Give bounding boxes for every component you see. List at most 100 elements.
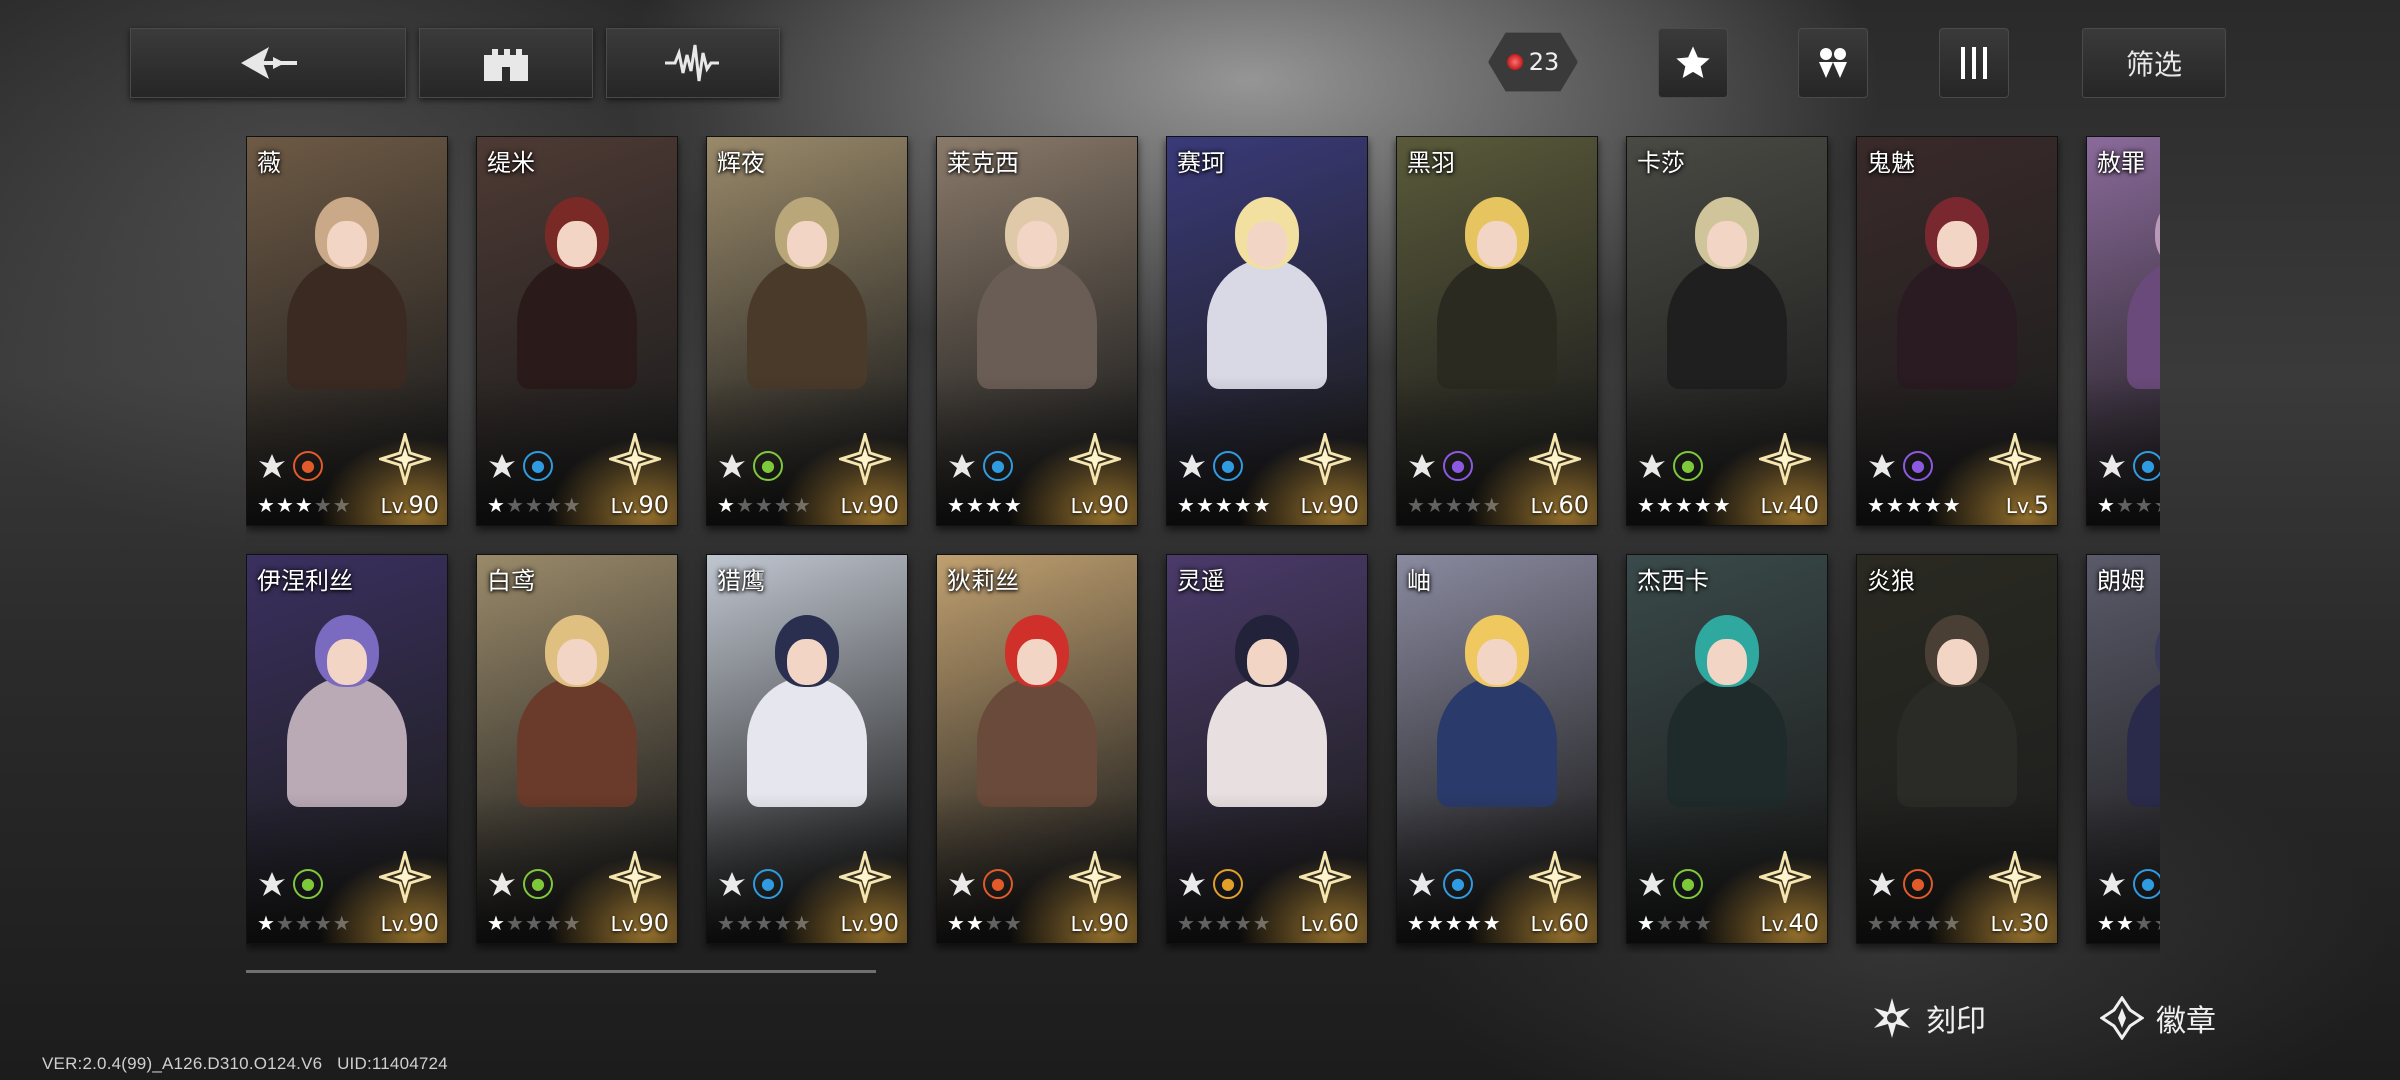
character-figure	[287, 615, 407, 807]
empty-star-icon: ★	[1177, 911, 1196, 935]
character-figure	[747, 615, 867, 807]
element-icon: ●	[523, 451, 553, 481]
character-level: Lv.90	[840, 491, 899, 519]
filter-button[interactable]: 筛选	[2082, 28, 2226, 98]
character-level: Lv.30	[1990, 909, 2049, 937]
character-card[interactable]: 灵遥 ● ★★★★★ Lv.60	[1166, 554, 1368, 944]
character-level: Lv.90	[840, 909, 899, 937]
empty-star-icon: ★	[543, 911, 563, 935]
element-icon: ●	[1673, 451, 1703, 481]
star-rating: ★★★★★	[487, 911, 582, 935]
element-icon: ●	[1673, 869, 1703, 899]
character-card[interactable]: 猎鹰 ● ★★★★★ Lv.90	[706, 554, 908, 944]
character-name: 伊涅利丝	[257, 567, 353, 595]
character-name: 赛珂	[1177, 149, 1225, 177]
character-name: 猎鹰	[717, 567, 765, 595]
empty-star-icon: ★	[735, 493, 755, 517]
character-card[interactable]: 鬼魅 ● ★★★★★ Lv.5	[1856, 136, 2058, 526]
character-card[interactable]: 薇 ● ★★★★★ Lv.90	[246, 136, 448, 526]
character-card[interactable]: 黑羽 ● ★★★★★ Lv.60	[1396, 136, 1598, 526]
character-figure	[287, 197, 407, 389]
back-button[interactable]	[130, 28, 406, 98]
empty-star-icon: ★	[1482, 493, 1502, 517]
rank-emblem-icon	[609, 433, 661, 485]
character-name: 岫	[1407, 567, 1431, 595]
character-card[interactable]: 狄莉丝 ● ★★★★ Lv.90	[936, 554, 1138, 944]
empty-star-icon: ★	[792, 911, 812, 935]
columns-button[interactable]	[1939, 28, 2009, 98]
character-level: Lv.90	[1300, 491, 1359, 519]
character-figure	[517, 197, 637, 389]
empty-star-icon: ★	[332, 911, 352, 935]
character-figure	[1437, 615, 1557, 807]
element-icon: ●	[1443, 869, 1473, 899]
character-card[interactable]: 卡莎 ● ★★★★★ Lv.40	[1626, 136, 1828, 526]
class-icon	[487, 451, 517, 481]
filled-star-icon: ★	[1482, 911, 1502, 935]
character-card[interactable]: 炎狼 ● ★★★★★ Lv.30	[1856, 554, 2058, 944]
character-card[interactable]: 缇米 ● ★★★★★ Lv.90	[476, 136, 678, 526]
character-roster[interactable]: 薇 ● ★★★★★ Lv.90 缇米 ● ★★★★★ Lv.90 辉夜 ● ★★★★★ Lv.90 莱克…	[246, 136, 2160, 954]
engrave-button[interactable]: 刻印	[1870, 990, 1986, 1046]
filled-star-icon: ★	[487, 493, 506, 517]
character-card[interactable]: 白鸢 ● ★★★★★ Lv.90	[476, 554, 678, 944]
filled-star-icon: ★	[257, 911, 276, 935]
scrollbar-thumb[interactable]	[246, 970, 876, 973]
currency-count: 23	[1528, 48, 1560, 76]
base-button[interactable]	[419, 28, 593, 98]
empty-star-icon: ★	[984, 911, 1004, 935]
character-card[interactable]: 岫 ● ★★★★★ Lv.60	[1396, 554, 1598, 944]
character-card[interactable]: 朗姆 ● ★★★★★	[2086, 554, 2160, 944]
badge-button[interactable]: 徽章	[2100, 990, 2216, 1046]
empty-star-icon: ★	[754, 911, 774, 935]
character-name: 缇米	[487, 149, 535, 177]
character-card[interactable]: 伊涅利丝 ● ★★★★★ Lv.90	[246, 554, 448, 944]
character-card[interactable]: 莱克西 ● ★★★★ Lv.90	[936, 136, 1138, 526]
empty-star-icon: ★	[735, 911, 755, 935]
filled-star-icon: ★	[1637, 493, 1656, 517]
element-icon: ●	[753, 451, 783, 481]
character-level: Lv.90	[1070, 491, 1129, 519]
favorite-button[interactable]	[1658, 28, 1728, 98]
empty-star-icon: ★	[524, 493, 544, 517]
filled-star-icon: ★	[1923, 493, 1943, 517]
character-card[interactable]: 杰西卡 ● ★★★★ Lv.40	[1626, 554, 1828, 944]
filled-star-icon: ★	[1252, 493, 1272, 517]
empty-star-icon: ★	[505, 493, 525, 517]
character-level: Lv.60	[1300, 909, 1359, 937]
character-name: 朗姆	[2097, 567, 2145, 595]
character-name: 杰西卡	[1637, 567, 1709, 595]
filled-star-icon: ★	[1637, 911, 1656, 935]
rank-emblem-icon	[609, 851, 661, 903]
empty-star-icon: ★	[294, 911, 314, 935]
currency-counter[interactable]: 23	[1480, 32, 1586, 92]
character-figure	[1667, 615, 1787, 807]
element-icon: ●	[1903, 451, 1933, 481]
rank-emblem-icon	[839, 433, 891, 485]
filled-star-icon: ★	[487, 911, 506, 935]
star-rating: ★★★★★	[717, 911, 812, 935]
filled-star-icon: ★	[2097, 911, 2116, 935]
wave-button[interactable]	[606, 28, 780, 98]
team-button[interactable]	[1798, 28, 1868, 98]
character-card[interactable]: 辉夜 ● ★★★★★ Lv.90	[706, 136, 908, 526]
character-name: 黑羽	[1407, 149, 1455, 177]
empty-star-icon: ★	[1942, 911, 1962, 935]
filled-star-icon: ★	[1214, 493, 1234, 517]
empty-star-icon: ★	[1674, 911, 1694, 935]
class-icon	[1177, 451, 1207, 481]
character-card[interactable]: 赛珂 ● ★★★★★ Lv.90	[1166, 136, 1368, 526]
filled-star-icon: ★	[1003, 493, 1023, 517]
roster-scrollbar[interactable]	[246, 970, 876, 973]
empty-star-icon: ★	[1195, 911, 1215, 935]
rank-emblem-icon	[1989, 851, 2041, 903]
filled-star-icon: ★	[1674, 493, 1694, 517]
filled-star-icon: ★	[1233, 493, 1253, 517]
element-icon: ●	[983, 451, 1013, 481]
filled-star-icon: ★	[1407, 911, 1426, 935]
character-level: Lv.40	[1760, 909, 1819, 937]
filled-star-icon: ★	[1942, 493, 1962, 517]
empty-star-icon: ★	[2134, 911, 2154, 935]
character-card[interactable]: 赦罪 ● ★★★★★	[2086, 136, 2160, 526]
class-icon	[1407, 451, 1437, 481]
